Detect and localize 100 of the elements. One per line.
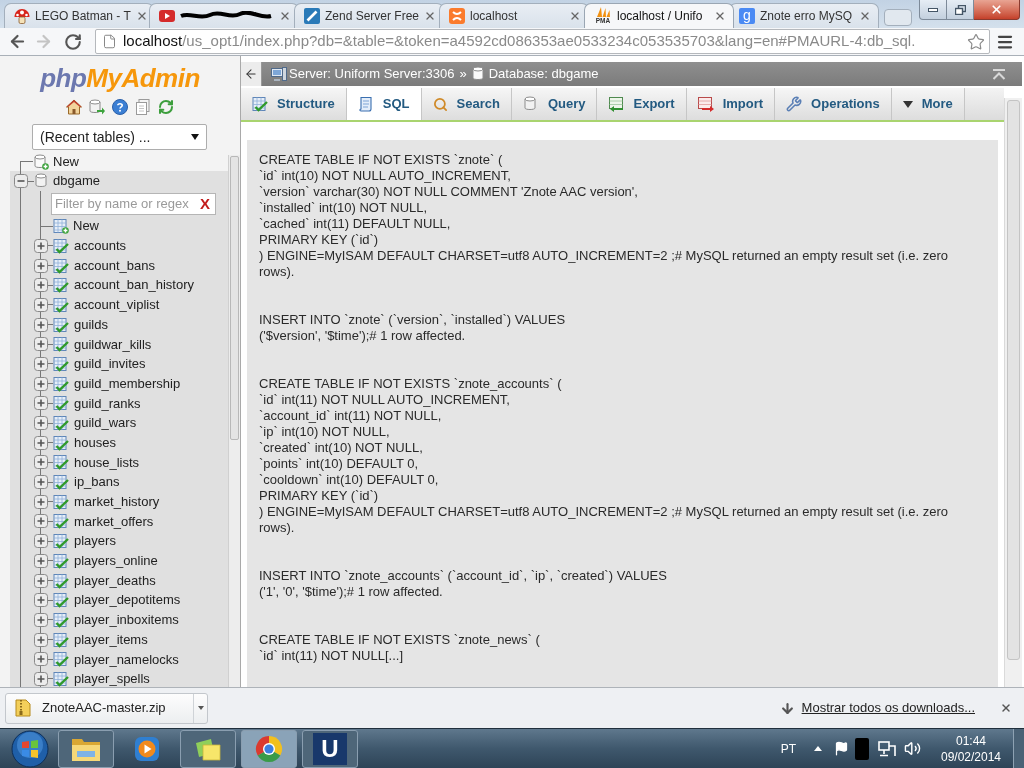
close-icon[interactable] — [714, 10, 726, 22]
table-name[interactable]: market_history — [74, 492, 160, 512]
table-name[interactable]: guild_invites — [74, 354, 146, 374]
clear-filter-button[interactable]: X — [200, 194, 210, 213]
close-icon[interactable] — [859, 10, 871, 22]
taskbar-button[interactable] — [58, 729, 114, 768]
address-bar[interactable]: localhost/us_opt1/index.php?db=&table=&token=a4592cd086353ae0533234c053535703&lang=en#PMAURL-4:db_sql. — [95, 29, 990, 54]
collapse-up-icon[interactable] — [992, 68, 1006, 80]
close-icon[interactable] — [569, 10, 581, 22]
table-name[interactable]: guildwar_kills — [74, 334, 152, 355]
speaker-icon[interactable] — [904, 740, 921, 757]
table-name[interactable]: guild_wars — [74, 413, 137, 433]
close-icon[interactable] — [279, 10, 291, 22]
reload-icon[interactable] — [158, 99, 174, 115]
taskbar-button[interactable] — [241, 729, 297, 768]
table-check-icon — [252, 96, 268, 112]
database-name[interactable]: dbgame — [53, 171, 100, 191]
arrow-up-icon[interactable] — [814, 746, 822, 751]
expand-icon[interactable] — [34, 534, 48, 549]
close-icon[interactable] — [1000, 702, 1012, 714]
documents-icon[interactable] — [135, 99, 151, 115]
taskbar-button[interactable] — [180, 729, 236, 768]
collapse-icon[interactable] — [14, 174, 28, 188]
scrollbar[interactable] — [228, 155, 240, 687]
table-name[interactable]: player_namelocks — [74, 649, 179, 670]
table-name[interactable]: accounts — [74, 236, 127, 256]
clock-time[interactable]: 01:44 — [956, 732, 986, 749]
server-link[interactable]: Server: Uniform Server:3306 — [289, 64, 455, 84]
page-tab[interactable]: SQL — [346, 88, 422, 120]
table-name[interactable]: account_bans — [74, 255, 155, 276]
table-name[interactable]: guild_membership — [74, 373, 181, 394]
flag-icon[interactable] — [834, 741, 849, 756]
expand-icon[interactable] — [34, 514, 48, 529]
download-file-button[interactable]: ZnoteAAC-master.zip — [6, 693, 193, 723]
table-check-icon — [53, 493, 69, 510]
expand-icon[interactable] — [34, 632, 48, 647]
show-desktop-button[interactable] — [1013, 729, 1024, 768]
expand-icon[interactable] — [34, 435, 48, 450]
expand-icon[interactable] — [34, 356, 48, 371]
table-name[interactable]: players_online — [74, 551, 158, 571]
expand-icon[interactable] — [34, 671, 48, 686]
expand-icon[interactable] — [34, 573, 48, 588]
star-icon[interactable] — [967, 32, 985, 51]
new-table-link[interactable]: New — [73, 216, 99, 236]
scrollbar[interactable] — [1004, 98, 1022, 687]
expand-icon[interactable] — [34, 278, 48, 293]
expand-icon[interactable] — [34, 593, 48, 608]
table-name[interactable]: guild_ranks — [74, 393, 141, 414]
help-icon[interactable] — [112, 99, 128, 115]
new-database-link[interactable]: New — [53, 151, 79, 172]
home-icon[interactable] — [66, 99, 82, 115]
expand-icon[interactable] — [34, 238, 48, 253]
database-arrow-icon[interactable] — [89, 99, 105, 115]
taskbar-button[interactable]: U — [302, 729, 358, 768]
database-link[interactable]: Database: dbgame — [488, 64, 599, 84]
minimize-button[interactable] — [919, 0, 947, 20]
close-window-button[interactable] — [974, 0, 1020, 20]
table-name[interactable]: players — [74, 531, 116, 551]
table-check-icon — [53, 474, 69, 491]
expand-icon[interactable] — [34, 337, 48, 352]
table-name[interactable]: player_deaths — [74, 570, 156, 591]
show-all-downloads-link[interactable]: Mostrar todos os downloads... — [801, 698, 975, 718]
table-name[interactable]: player_items — [74, 629, 148, 650]
table-check-icon — [53, 651, 69, 668]
recent-tables-select[interactable]: (Recent tables) ... — [32, 124, 207, 150]
table-check-icon — [53, 237, 69, 254]
table-check-icon — [53, 415, 69, 432]
maximize-button[interactable] — [947, 0, 974, 20]
table-name[interactable]: account_viplist — [74, 295, 160, 315]
expand-icon[interactable] — [34, 475, 48, 490]
expand-icon[interactable] — [34, 455, 48, 470]
expand-icon[interactable] — [34, 553, 48, 568]
logo-wordmark[interactable]: phpMyAdmin — [40, 63, 200, 93]
table-name[interactable]: guilds — [74, 314, 108, 335]
expand-icon[interactable] — [34, 416, 48, 431]
expand-icon[interactable] — [34, 612, 48, 627]
table-name[interactable]: player_inboxitems — [74, 610, 179, 630]
table-check-icon — [53, 316, 69, 333]
table-name[interactable]: account_ban_history — [74, 275, 194, 295]
search-icon — [432, 96, 448, 112]
expand-icon[interactable] — [34, 652, 48, 667]
table-name[interactable]: ip_bans — [74, 472, 120, 492]
expand-icon[interactable] — [34, 494, 48, 509]
clock-date[interactable]: 09/02/2014 — [940, 748, 1002, 765]
arrow-left-icon — [244, 67, 258, 81]
expand-icon[interactable] — [34, 297, 48, 312]
table-name[interactable]: house_lists — [74, 452, 140, 473]
table-name[interactable]: player_spells — [74, 669, 150, 687]
table-name[interactable]: player_depotitems — [74, 590, 181, 610]
table-name[interactable]: houses — [74, 432, 116, 453]
sql-statement: CREATE TABLE IF NOT EXISTS `znote` ( `id` int(10) NOT NULL AUTO_INCREMENT, `version` varchar(30) NOT NULL COMMENT 'Znote AAC version', `installed` int(10) NOT NULL, `cached` int(11) DEFAULT NULL, PRIMARY KEY (`id`) ) ENGINE=MyISAM DEFAULT CHARSET=utf8 AUTO_INCREMENT=2 ;# MySQL returned an empty result set (i.e. zero rows). — [259, 152, 950, 280]
expand-icon[interactable] — [34, 376, 48, 391]
language-indicator[interactable]: PT — [780, 739, 796, 758]
expand-icon[interactable] — [34, 317, 48, 332]
sidebar-toggle-button[interactable] — [241, 62, 262, 86]
table-name[interactable]: market_offers — [74, 511, 154, 532]
expand-icon[interactable] — [34, 258, 48, 273]
network-icon[interactable] — [878, 740, 896, 757]
download-options-button[interactable] — [193, 693, 207, 723]
expand-icon[interactable] — [34, 396, 48, 411]
